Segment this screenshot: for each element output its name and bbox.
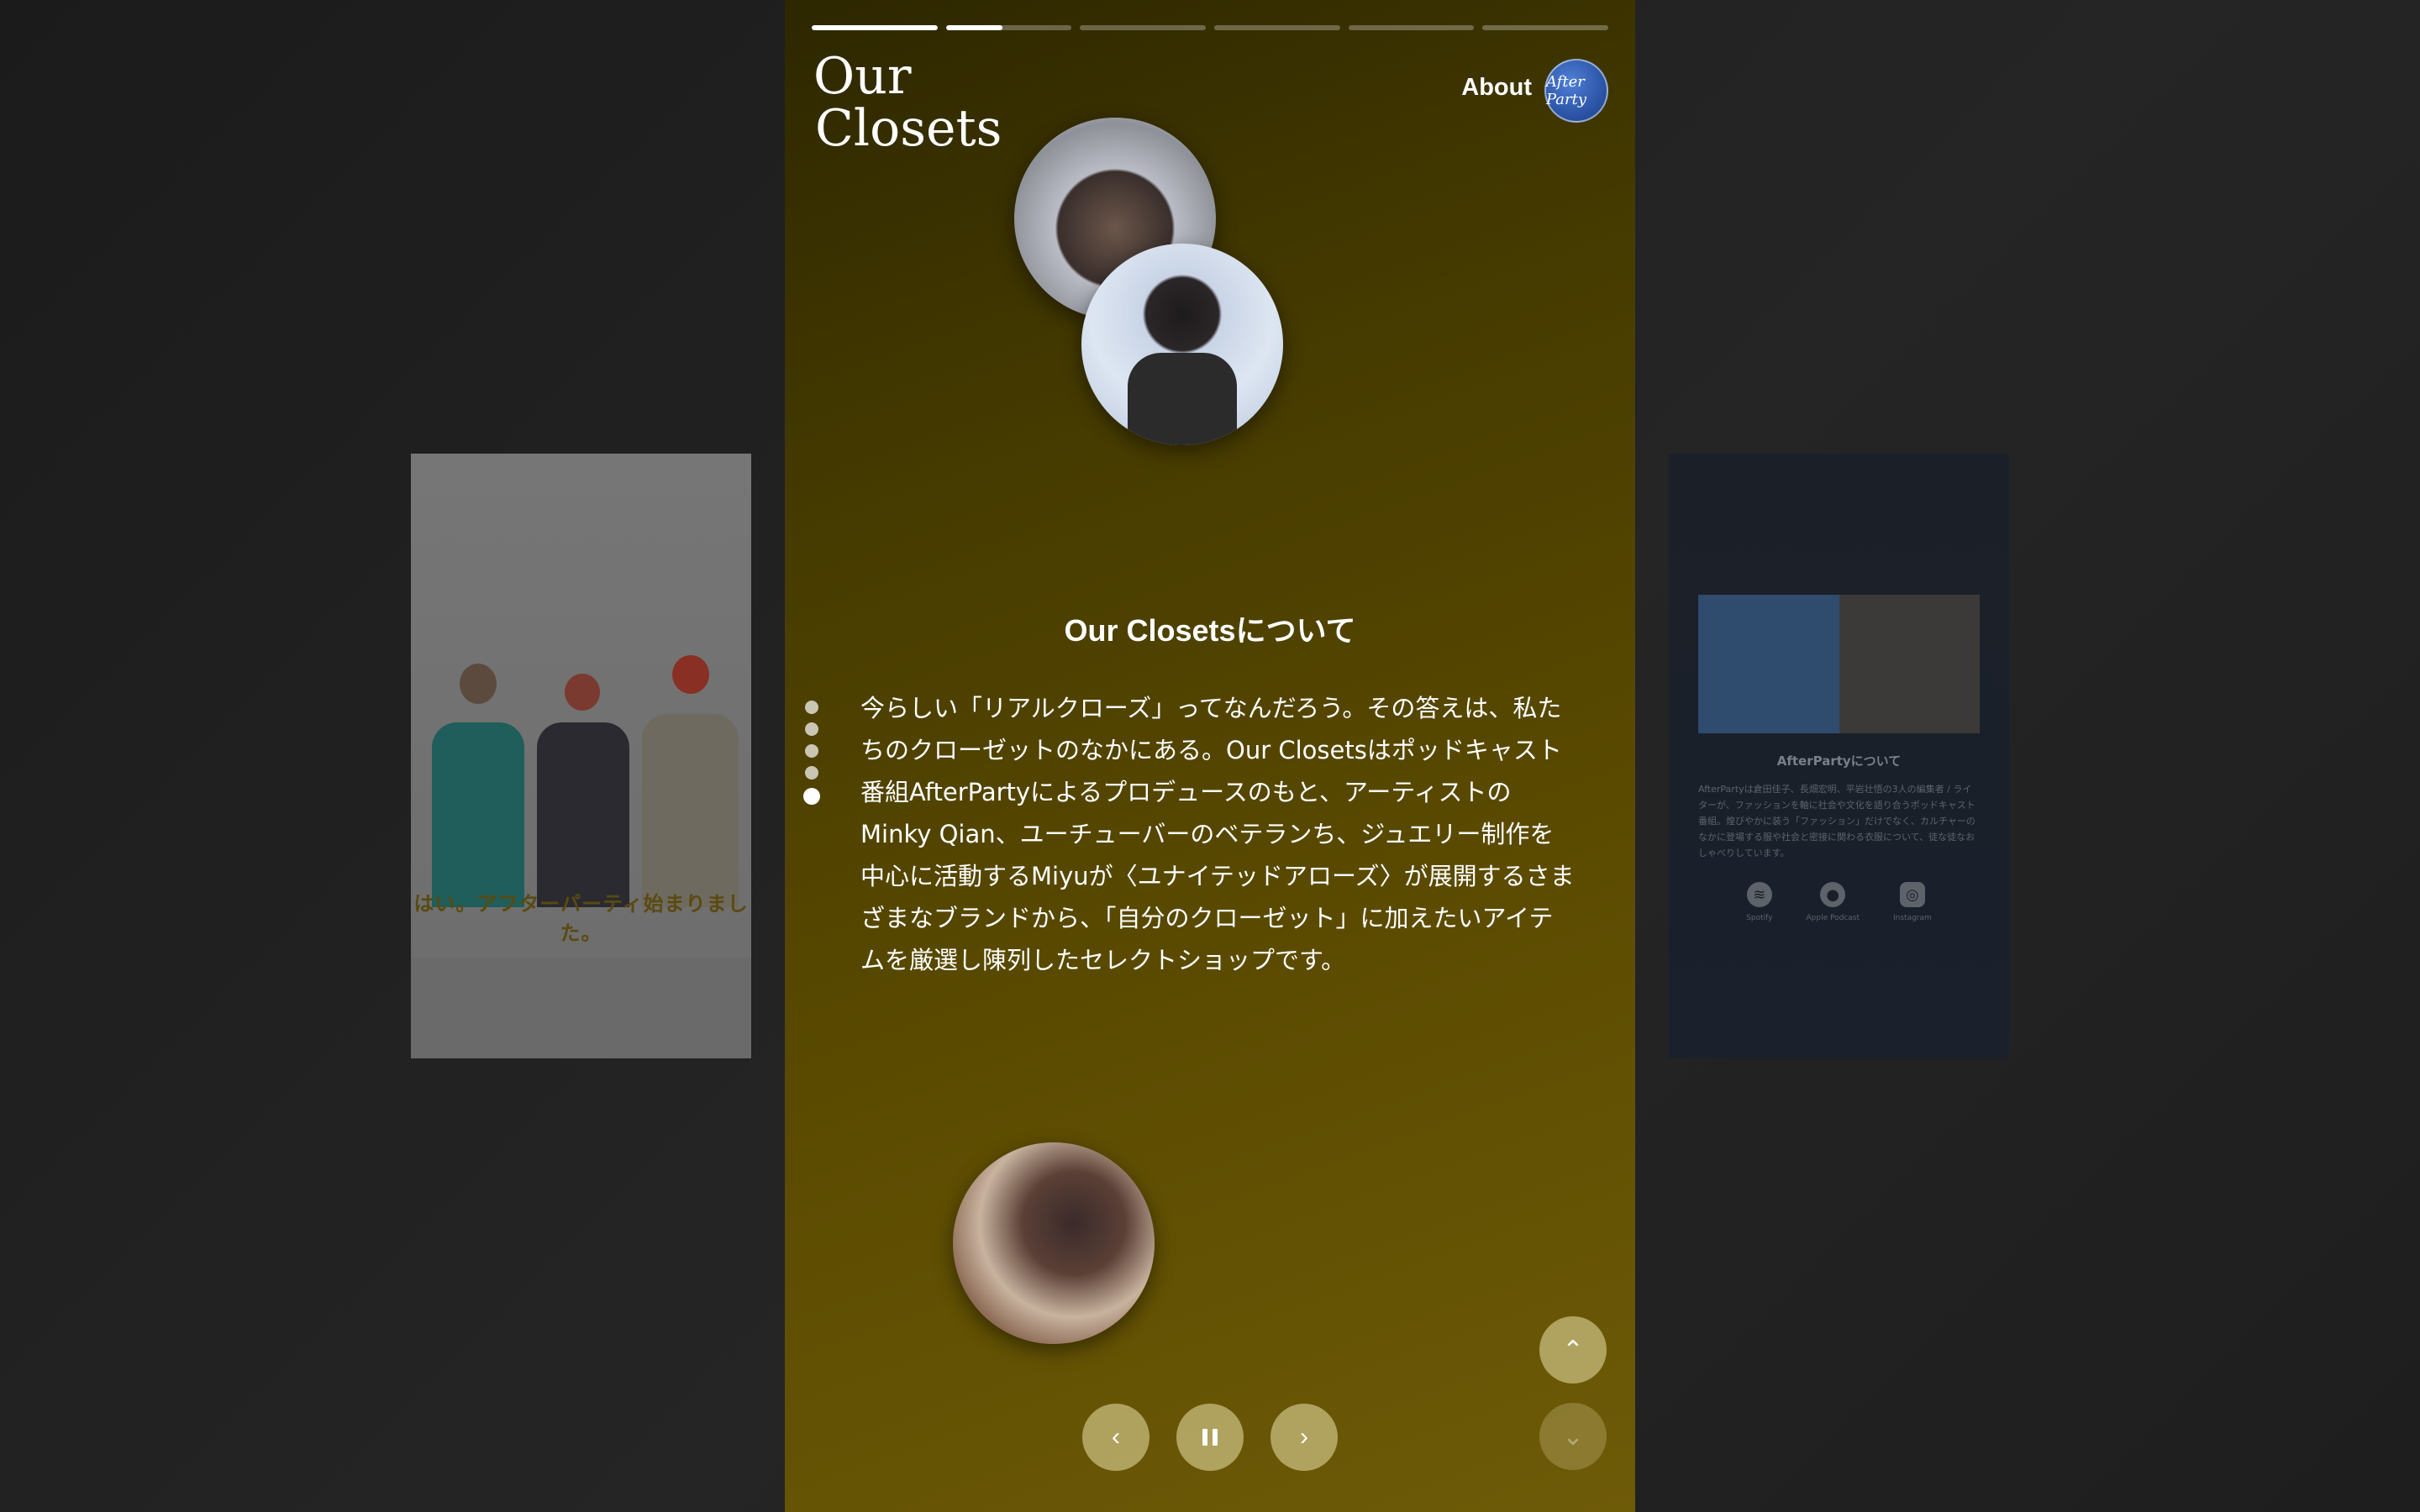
- avatar-text: After Party: [1546, 73, 1587, 108]
- afterparty-logo-image: [1698, 595, 1839, 733]
- story-title: Our Closetsについて: [1064, 613, 1356, 648]
- pause-icon: [1202, 1429, 1218, 1446]
- section-dot-active[interactable]: [803, 788, 820, 805]
- chevron-left-icon: ‹: [1112, 1423, 1120, 1451]
- scroll-up-button[interactable]: ⌃: [1539, 1316, 1607, 1383]
- our-closets-logo[interactable]: Our Closets: [813, 50, 1002, 155]
- instagram-link[interactable]: ◎ Instagram: [1893, 882, 1932, 922]
- link-label: Apple Podcast: [1806, 914, 1860, 922]
- member-photo-2: [1081, 244, 1283, 445]
- spotify-link[interactable]: ≋ Spotify: [1746, 882, 1773, 922]
- link-label: Instagram: [1893, 914, 1932, 922]
- person-figure: [537, 722, 629, 907]
- progress-segment: [1214, 25, 1340, 30]
- progress-segment: [1482, 25, 1609, 30]
- progress-segment: [945, 25, 1072, 30]
- progress-segment: [1080, 25, 1207, 30]
- person-head: [460, 664, 497, 704]
- pause-button[interactable]: [1176, 1404, 1244, 1471]
- apple-icon: ●: [1820, 882, 1846, 907]
- previous-story-card[interactable]: はい。アフターパーティ始まりました。: [411, 454, 751, 1058]
- person-head: [565, 674, 600, 711]
- next-story-button[interactable]: ›: [1270, 1404, 1338, 1471]
- afterparty-avatar[interactable]: After Party: [1544, 59, 1608, 123]
- story-panel: Our Closets About After Party Our Closet…: [785, 0, 1635, 1512]
- story-progress: [812, 25, 1609, 30]
- progress-segment: [1348, 25, 1475, 30]
- afterparty-hosts-photo: [1839, 595, 1980, 733]
- previous-story-button[interactable]: ‹: [1082, 1404, 1150, 1471]
- next-story-card[interactable]: AfterPartyについて AfterPartyは倉田佳子、長畑宏明、平岩壮悟…: [1669, 454, 2009, 1058]
- logo-line-1: Our: [813, 47, 912, 106]
- progress-segment: [812, 25, 938, 30]
- apple-podcast-link[interactable]: ● Apple Podcast: [1807, 882, 1860, 922]
- section-dot[interactable]: [805, 701, 818, 714]
- section-dot[interactable]: [805, 744, 818, 758]
- scroll-down-button[interactable]: ⌄: [1539, 1403, 1607, 1470]
- podcast-links: ≋ Spotify ● Apple Podcast ◎ Instagram: [1669, 882, 2009, 922]
- section-dot[interactable]: [805, 766, 818, 780]
- logo-line-2: Closets: [815, 99, 1002, 158]
- person-head: [672, 655, 709, 694]
- story-photo: [411, 454, 751, 958]
- story-caption: はい。アフターパーティ始まりました。: [413, 892, 749, 945]
- chevron-up-icon: ⌃: [1562, 1336, 1584, 1364]
- card-description: AfterPartyは倉田佳子、長畑宏明、平岩壮悟の3人の編集者 / ライターが…: [1698, 784, 1975, 858]
- story-body: 今らしい「リアルクローズ」ってなんだろう。その答えは、私たちのクローゼットのなか…: [860, 694, 1575, 974]
- card-title: AfterPartyについて: [1776, 753, 1902, 769]
- person-figure: [432, 722, 524, 907]
- instagram-icon: ◎: [1899, 882, 1925, 907]
- spotify-icon: ≋: [1746, 882, 1772, 907]
- person-figure: [642, 714, 739, 907]
- chevron-right-icon: ›: [1300, 1423, 1308, 1451]
- afterparty-image: [1698, 595, 1980, 733]
- section-dots: [803, 701, 820, 805]
- chevron-down-icon: ⌄: [1562, 1422, 1584, 1451]
- link-label: Spotify: [1746, 914, 1773, 922]
- member-photo-3: [953, 1142, 1155, 1344]
- section-dot[interactable]: [805, 722, 818, 736]
- about-link[interactable]: About: [1461, 74, 1532, 102]
